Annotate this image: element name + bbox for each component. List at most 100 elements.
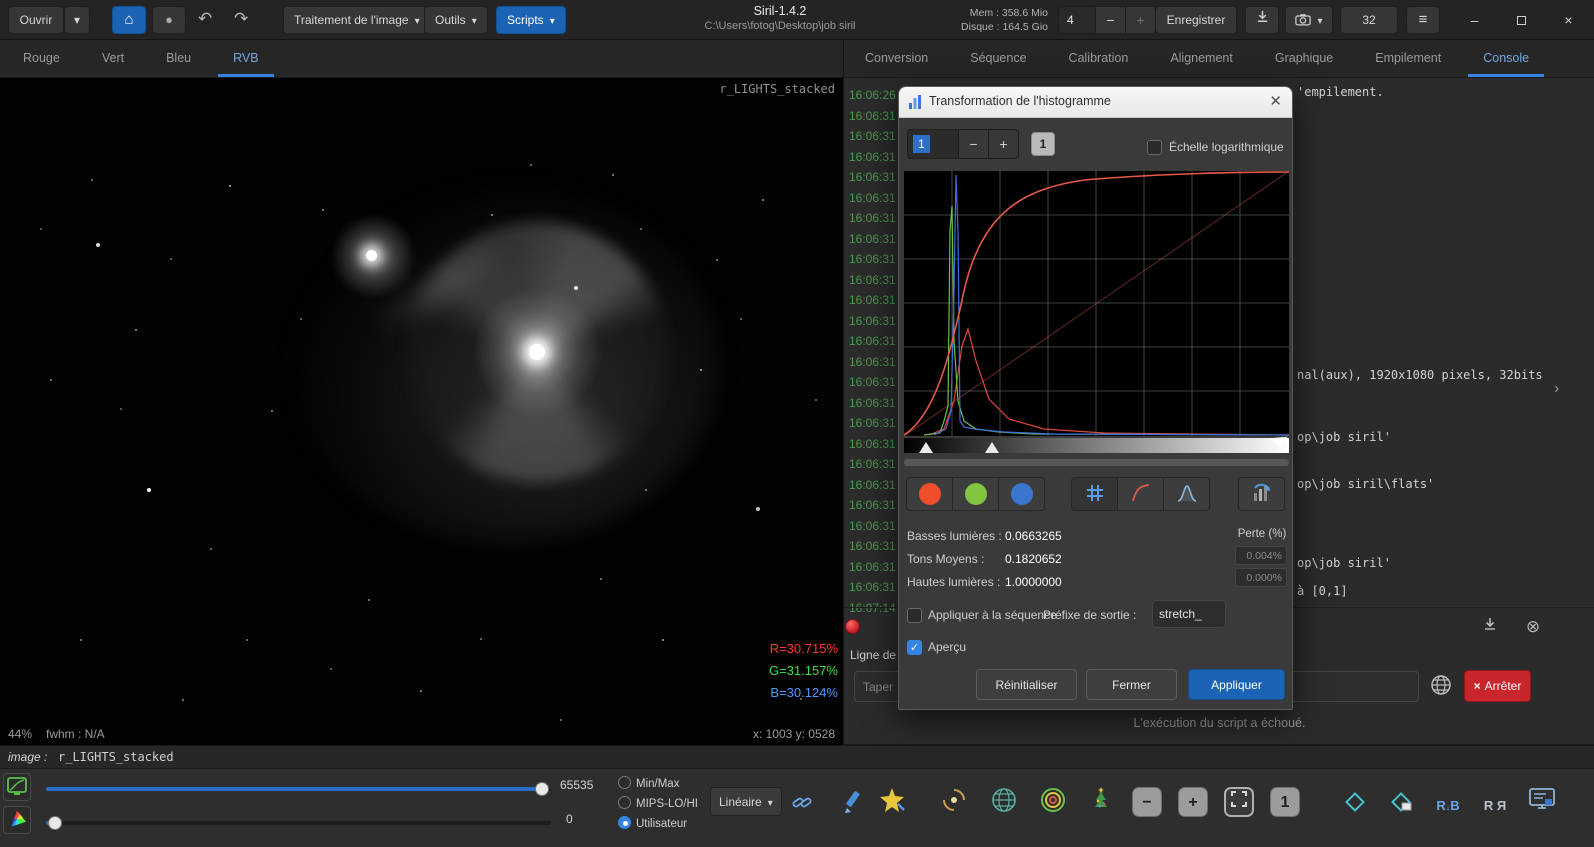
annotate-button[interactable] bbox=[833, 785, 873, 821]
apply-button[interactable]: Appliquer bbox=[1188, 669, 1285, 700]
curve-toggle[interactable] bbox=[1117, 477, 1164, 511]
minimize-button[interactable]: – bbox=[1452, 0, 1497, 40]
tools-button[interactable]: Outils▾ bbox=[424, 6, 488, 34]
tab-sequence[interactable]: Séquence bbox=[949, 40, 1047, 77]
panel-expand-icon[interactable]: › bbox=[1554, 380, 1559, 398]
open-button[interactable]: Ouvrir bbox=[8, 6, 64, 34]
image-processing-button[interactable]: Traitement de l'image▾ bbox=[283, 6, 431, 34]
bit-depth-button[interactable]: 32 bits▾ bbox=[1340, 6, 1398, 34]
slider-track[interactable] bbox=[46, 821, 551, 825]
home-button[interactable]: ⌂ bbox=[112, 6, 146, 34]
titlebar: Ouvrir ▾ ⌂ ● ↶ ↷ Traitement de l'image▾ … bbox=[0, 0, 1594, 40]
link-channels-button[interactable] bbox=[786, 789, 818, 817]
display-high-slider[interactable] bbox=[46, 781, 551, 797]
tab-rouge[interactable]: Rouge bbox=[2, 40, 81, 77]
apply-sequence-checkbox[interactable] bbox=[907, 608, 922, 623]
clear-circle-icon: ⊗ bbox=[1526, 617, 1540, 636]
thread-increment-button[interactable]: + bbox=[1126, 6, 1156, 34]
grid-toggle[interactable] bbox=[1071, 477, 1118, 511]
loss-highlights-field[interactable] bbox=[1235, 568, 1287, 587]
snapshot-button[interactable]: ▾ bbox=[1285, 6, 1333, 34]
menu-button[interactable]: ≡ bbox=[1406, 6, 1440, 34]
image-name: r_LIGHTS_stacked bbox=[58, 746, 174, 768]
layers-button[interactable] bbox=[1335, 785, 1375, 821]
command-help-button[interactable] bbox=[1425, 671, 1457, 702]
reset-button[interactable]: Réinitialiser bbox=[976, 669, 1077, 700]
loss-display-button[interactable] bbox=[1238, 477, 1285, 511]
maximize-button[interactable] bbox=[1499, 0, 1544, 40]
log-scale-checkbox[interactable] bbox=[1147, 140, 1162, 155]
radio-utilisateur[interactable]: Utilisateur bbox=[618, 816, 687, 834]
export-log-button[interactable] bbox=[1477, 614, 1503, 640]
tab-rvb[interactable]: RVB bbox=[212, 40, 279, 77]
shadows-handle[interactable] bbox=[919, 442, 933, 453]
undo-icon[interactable]: ↶ bbox=[198, 9, 212, 29]
dialog-close-button[interactable]: ✕ bbox=[1269, 92, 1282, 110]
green-channel-toggle[interactable] bbox=[952, 477, 999, 511]
celestial-grid-button[interactable] bbox=[984, 783, 1024, 819]
redo-icon[interactable]: ↷ bbox=[234, 9, 248, 29]
tab-bleu[interactable]: Bleu bbox=[145, 40, 212, 77]
console-timestamp: 16:06:31 bbox=[849, 126, 896, 147]
red-channel-toggle[interactable] bbox=[906, 477, 953, 511]
slider-handle[interactable] bbox=[535, 782, 549, 796]
open-dropdown-button[interactable]: ▾ bbox=[64, 6, 90, 34]
zoom-one-button[interactable]: 1 bbox=[1270, 787, 1300, 817]
clear-log-button[interactable]: ⊗ bbox=[1520, 614, 1546, 640]
tab-calibration[interactable]: Calibration bbox=[1048, 40, 1150, 77]
color-profile-button[interactable] bbox=[3, 806, 31, 834]
reset-to-one-button[interactable]: 1 bbox=[1031, 132, 1055, 156]
histogram-scrollbar[interactable] bbox=[904, 459, 1289, 466]
stop-button[interactable]: ×Arrêter bbox=[1464, 670, 1531, 702]
zoom-fit-button[interactable] bbox=[1224, 787, 1254, 817]
scripts-button[interactable]: Scripts▾ bbox=[496, 6, 566, 34]
save-button[interactable]: Enregistrer bbox=[1155, 6, 1237, 34]
spinner-increment-button[interactable]: + bbox=[989, 129, 1019, 159]
tab-alignement[interactable]: Alignement bbox=[1149, 40, 1254, 77]
radio-mips[interactable]: MIPS-LO/HI bbox=[618, 796, 698, 814]
close-button[interactable]: × bbox=[1546, 0, 1591, 40]
maximize-icon bbox=[1517, 16, 1526, 25]
dialog-titlebar[interactable]: Transformation de l'histogramme ✕ bbox=[899, 87, 1292, 118]
rgb-align-button[interactable]: R↓B bbox=[1428, 787, 1468, 823]
spinner-value[interactable]: 1 bbox=[907, 129, 959, 159]
slider-track[interactable] bbox=[46, 787, 551, 791]
tab-conversion[interactable]: Conversion bbox=[844, 40, 949, 77]
output-prefix-field[interactable] bbox=[1152, 600, 1226, 628]
console-timestamp: 16:06:31 bbox=[849, 413, 896, 434]
zoom-out-button[interactable]: − bbox=[1132, 787, 1162, 817]
close-dialog-button[interactable]: Fermer bbox=[1086, 669, 1177, 700]
scale-mode-dropdown[interactable]: Linéaire▾ bbox=[710, 787, 782, 816]
zoom-in-button[interactable]: + bbox=[1178, 787, 1208, 817]
siril-window: Ouvrir ▾ ⌂ ● ↶ ↷ Traitement de l'image▾ … bbox=[0, 0, 1594, 847]
thread-count-value[interactable]: 4 bbox=[1058, 6, 1096, 34]
histogram-plot[interactable] bbox=[904, 171, 1289, 436]
spinner-decrement-button[interactable]: − bbox=[959, 129, 989, 159]
image-canvas[interactable]: r_LIGHTS_stacked R=30.715% G=31.157% B=3… bbox=[0, 78, 843, 745]
tab-console[interactable]: Console bbox=[1462, 40, 1550, 77]
galaxy-button[interactable] bbox=[934, 783, 974, 819]
export-button[interactable] bbox=[1245, 6, 1279, 34]
slider-handle[interactable] bbox=[48, 816, 62, 830]
scrollbar-thumb[interactable] bbox=[904, 459, 1289, 466]
tab-empilement[interactable]: Empilement bbox=[1354, 40, 1462, 77]
chevron-down-icon: ▾ bbox=[550, 16, 555, 27]
tab-graphique[interactable]: Graphique bbox=[1254, 40, 1354, 77]
display-low-slider[interactable] bbox=[46, 815, 551, 831]
preview-checkbox[interactable]: ✓ bbox=[907, 640, 922, 655]
astrometry-button[interactable] bbox=[872, 783, 912, 819]
tab-vert[interactable]: Vert bbox=[81, 40, 145, 77]
mirror-button[interactable]: R Я bbox=[1475, 787, 1515, 823]
record-button[interactable]: ● bbox=[152, 6, 186, 34]
midtones-handle[interactable] bbox=[985, 442, 999, 453]
thread-decrement-button[interactable]: − bbox=[1096, 6, 1126, 34]
histogram-display-toggle[interactable] bbox=[1163, 477, 1210, 511]
annotations-target-button[interactable] bbox=[1033, 783, 1073, 819]
layers-clear-button[interactable] bbox=[1381, 785, 1421, 821]
blue-channel-toggle[interactable] bbox=[998, 477, 1045, 511]
pixel-list-button[interactable] bbox=[1522, 783, 1562, 819]
radio-minmax[interactable]: Min/Max bbox=[618, 776, 679, 794]
display-mode-button[interactable] bbox=[3, 773, 31, 801]
star-cluster-button[interactable] bbox=[1081, 783, 1121, 819]
loss-midtones-field[interactable] bbox=[1235, 546, 1287, 565]
